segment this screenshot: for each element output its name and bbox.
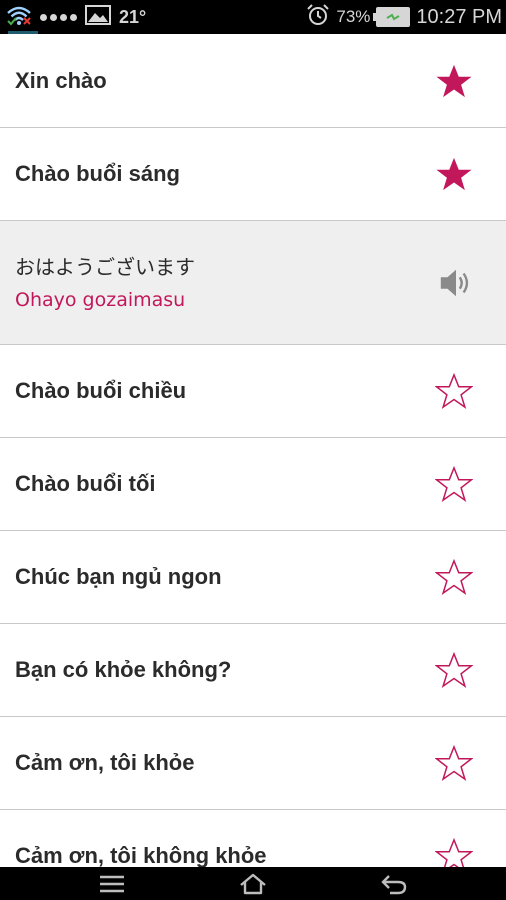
temperature-text: 21° xyxy=(119,6,147,27)
phrase-row[interactable]: Bạn có khỏe không? xyxy=(0,624,506,717)
star-outline-icon[interactable] xyxy=(435,559,473,595)
navigation-bar xyxy=(0,867,506,900)
phrase-label: Chúc bạn ngủ ngon xyxy=(15,564,222,589)
phrase-row[interactable]: Chào buổi chiều xyxy=(0,345,506,438)
wifi-icon xyxy=(6,4,32,31)
phrase-label: Chào buổi sáng xyxy=(15,161,180,186)
star-filled-icon[interactable] xyxy=(435,63,473,99)
battery-percent-text: 73% xyxy=(336,7,371,26)
phrase-list[interactable]: Xin chào Chào buổi sáng おはようございます Ohayo … xyxy=(0,35,506,867)
phrase-row-expanded[interactable]: おはようございます Ohayo gozaimasu xyxy=(0,221,506,345)
star-outline-icon[interactable] xyxy=(435,745,473,781)
home-icon[interactable] xyxy=(223,867,283,900)
menu-icon[interactable] xyxy=(82,867,142,900)
phrase-row[interactable]: Chúc bạn ngủ ngon xyxy=(0,531,506,624)
romanization-text: Ohayo gozaimasu xyxy=(15,289,186,311)
phrase-label: Cảm ơn, tôi khỏe xyxy=(15,750,195,775)
phrase-label: Chào buổi chiều xyxy=(15,378,187,403)
phrase-label: Cảm ơn, tôi không khỏe xyxy=(15,843,267,867)
phrase-row[interactable]: Cảm ơn, tôi khỏe xyxy=(0,717,506,810)
star-outline-icon[interactable] xyxy=(435,838,473,867)
speaker-icon[interactable] xyxy=(437,265,475,301)
phrase-label: Bạn có khỏe không? xyxy=(15,657,232,682)
tab-indicator xyxy=(8,31,38,34)
alarm-icon xyxy=(306,3,330,31)
translation-text: おはようございます xyxy=(15,255,195,279)
status-bar: 21° 73% 10:27 PM xyxy=(0,0,506,34)
phrase-row[interactable]: Xin chào xyxy=(0,35,506,128)
back-icon[interactable] xyxy=(364,867,424,900)
star-outline-icon[interactable] xyxy=(435,652,473,688)
phrase-label: Chào buổi tối xyxy=(15,471,156,496)
star-outline-icon[interactable] xyxy=(435,466,473,502)
battery-charging-icon xyxy=(373,7,411,27)
phrase-label: Xin chào xyxy=(15,68,107,93)
phrase-row[interactable]: Chào buổi sáng xyxy=(0,128,506,221)
clock-text: 10:27 PM xyxy=(416,5,502,28)
signal-dots-icon xyxy=(40,13,77,21)
star-outline-icon[interactable] xyxy=(435,373,473,409)
phrase-row[interactable]: Cảm ơn, tôi không khỏe xyxy=(0,810,506,867)
phrase-row[interactable]: Chào buổi tối xyxy=(0,438,506,531)
gallery-icon xyxy=(85,4,111,30)
star-filled-icon[interactable] xyxy=(435,156,473,192)
